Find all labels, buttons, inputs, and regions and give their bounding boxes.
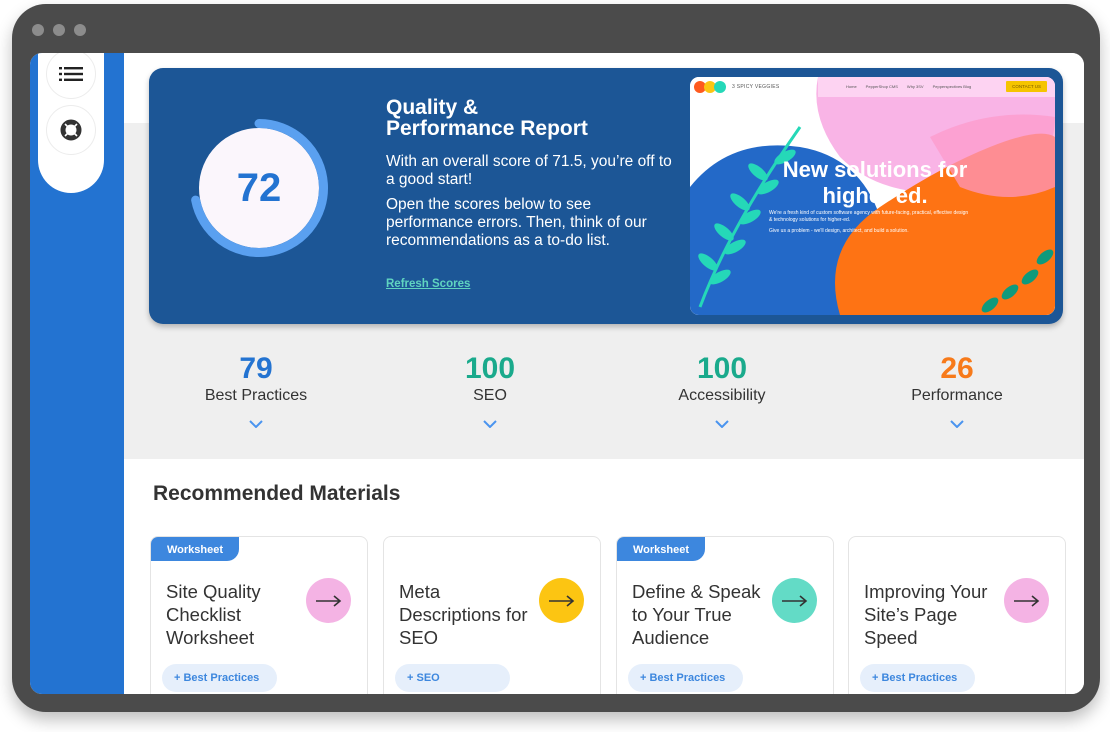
lifebuoy-icon	[60, 119, 82, 141]
preview-nav-links: Home PepperShop CMS Why 3SV Pepperspecti…	[846, 84, 971, 89]
preview-body-text: We're a fresh kind of custom software ag…	[769, 210, 969, 223]
card-arrow-button[interactable]	[772, 578, 817, 623]
material-card[interactable]: Improving Your Site’s Page Speed + Best …	[848, 536, 1066, 694]
report-title-line2: Performance Report	[386, 117, 588, 140]
chevron-down-icon	[950, 420, 964, 429]
recommended-heading: Recommended Materials	[153, 482, 401, 505]
stat-value: 26	[940, 352, 974, 385]
browser-frame: 72 Quality & Performance Report With an …	[12, 4, 1100, 712]
stat-value: 100	[696, 352, 748, 385]
overall-score: 72	[236, 165, 282, 210]
refresh-scores-link[interactable]: Refresh Scores	[386, 278, 470, 290]
stat-label: Performance	[911, 387, 1003, 404]
preview-headline-line2: higher ed.	[822, 183, 928, 208]
card-title: Define & Speak to Your True Audience	[632, 581, 761, 648]
preview-nav-link: Pepperspectives Blog	[932, 84, 972, 89]
chevron-down-icon	[715, 420, 729, 429]
card-arrow-button[interactable]	[306, 578, 351, 623]
card-arrow-button[interactable]	[539, 578, 584, 623]
stat-label: Accessibility	[678, 387, 766, 404]
score-breakdown: 79 Best Practices 100 SEO 100 Accessibil…	[124, 353, 1064, 453]
sidebar-pill	[38, 53, 104, 193]
sidebar-item-list[interactable]	[46, 53, 96, 99]
worksheet-badge: Worksheet	[617, 537, 706, 561]
preview-contact-button: CONTACT US	[1006, 81, 1047, 92]
score-summary: With an overall score of 71.5, you’re of…	[386, 153, 672, 188]
material-card[interactable]: Meta Descriptions for SEO + SEO	[383, 536, 601, 694]
card-tag[interactable]: + Best Practices	[860, 664, 975, 692]
hero-text: Quality & Performance Report With an ove…	[386, 97, 676, 292]
preview-nav-link: Why 3SV	[906, 84, 924, 89]
preview-nav: 3 SPICY VEGGIES Home PepperShop CMS Why …	[690, 77, 1055, 97]
worksheet-badge: Worksheet	[151, 537, 240, 561]
chevron-down-icon	[249, 420, 263, 429]
stat-label: Best Practices	[204, 387, 308, 404]
preview-nav-link: PepperShop CMS	[865, 84, 898, 89]
preview-body: We're a fresh kind of custom software ag…	[769, 210, 969, 235]
site-preview[interactable]: 3 SPICY VEGGIES Home PepperShop CMS Why …	[690, 77, 1055, 315]
stat-accessibility[interactable]: 100 Accessibility	[632, 353, 812, 433]
window-dot[interactable]	[32, 24, 44, 36]
card-arrow-button[interactable]	[1004, 578, 1049, 623]
stat-value: 79	[239, 352, 273, 385]
material-card[interactable]: Worksheet Define & Speak to Your True Au…	[616, 536, 834, 694]
preview-nav-link: Home	[846, 84, 857, 89]
stat-value: 100	[464, 352, 516, 385]
list-icon	[59, 67, 83, 81]
arrow-right-icon	[548, 594, 574, 607]
screen: 72 Quality & Performance Report With an …	[30, 53, 1084, 694]
window-dot[interactable]	[74, 24, 86, 36]
sidebar	[30, 53, 124, 694]
arrow-right-icon	[315, 594, 341, 607]
stat-label: SEO	[473, 387, 507, 404]
card-title: Improving Your Site’s Page Speed	[864, 581, 988, 648]
window-controls	[32, 24, 86, 36]
preview-logo	[694, 81, 726, 93]
window-dot[interactable]	[53, 24, 65, 36]
card-tag[interactable]: + Best Practices	[628, 664, 743, 692]
report-hero: 72 Quality & Performance Report With an …	[149, 68, 1063, 324]
stat-performance[interactable]: 26 Performance	[867, 353, 1047, 433]
card-title: Site Quality Checklist Worksheet	[166, 581, 261, 648]
arrow-right-icon	[781, 594, 807, 607]
card-tag[interactable]: + Best Practices	[162, 664, 277, 692]
preview-headline-line1: New solutions for	[782, 157, 968, 182]
preview-headline: New solutions for higher ed.	[750, 157, 1000, 209]
sidebar-item-help[interactable]	[46, 105, 96, 155]
preview-brand: 3 SPICY VEGGIES	[732, 84, 780, 90]
arrow-right-icon	[1013, 594, 1039, 607]
stat-best-practices[interactable]: 79 Best Practices	[166, 353, 346, 433]
chevron-down-icon	[483, 420, 497, 429]
preview-body-text: Give us a problem - we'll design, archit…	[769, 228, 909, 234]
main-content: 72 Quality & Performance Report With an …	[124, 53, 1084, 694]
report-title-line1: Quality &	[386, 96, 479, 119]
score-instructions: Open the scores below to see performance…	[386, 196, 647, 249]
stat-seo[interactable]: 100 SEO	[400, 353, 580, 433]
report-title: Quality & Performance Report	[386, 97, 676, 139]
material-card[interactable]: Worksheet Site Quality Checklist Workshe…	[150, 536, 368, 694]
card-tag[interactable]: + SEO	[395, 664, 510, 692]
card-title: Meta Descriptions for SEO	[399, 581, 528, 648]
